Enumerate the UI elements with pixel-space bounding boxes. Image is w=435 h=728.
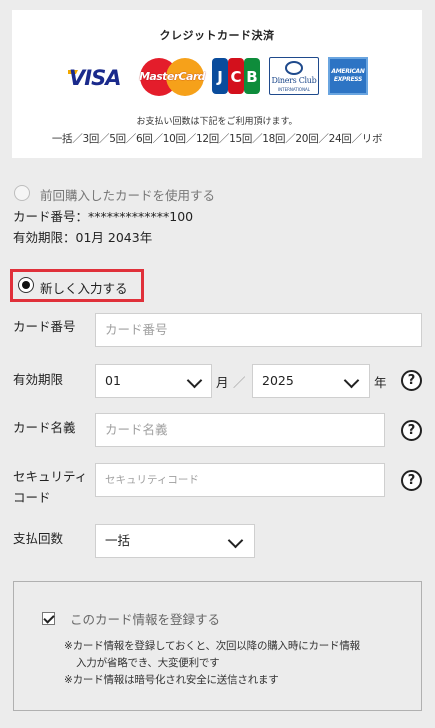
mastercard-logo-text: MasterCard xyxy=(139,70,205,83)
card-number-input[interactable]: カード番号 xyxy=(95,313,422,347)
register-note-line1: ※カード情報を登録しておくと、次回以降の購入時にカード情報 xyxy=(64,640,360,652)
expiry-label: 有効期限 xyxy=(13,372,64,387)
previous-card-radio[interactable] xyxy=(14,185,30,201)
new-card-radio[interactable] xyxy=(18,277,34,293)
jcb-logo-c: C xyxy=(228,58,244,94)
card-name-help-icon[interactable]: ? xyxy=(401,420,422,441)
jcb-logo-j: J xyxy=(212,58,228,94)
installments-select[interactable]: 一括 xyxy=(95,524,255,558)
register-card-panel: このカード情報を登録する ※カード情報を登録しておくと、次回以降の購入時にカード… xyxy=(13,581,422,711)
visa-logo-text: VISA xyxy=(69,66,121,90)
expiry-month-select[interactable]: 01 xyxy=(95,364,212,398)
card-name-input[interactable]: カード名義 xyxy=(95,413,385,447)
installments-note: お支払い回数は下記をご利用頂けます。 xyxy=(136,117,298,127)
diners-logo-subtext: INTERNATIONAL xyxy=(277,87,311,92)
card-brand-logos: VISA MasterCard J C B Diners Club INTERN… xyxy=(12,56,422,96)
diners-ring-icon xyxy=(285,61,303,75)
chevron-down-icon xyxy=(186,372,203,389)
expiry-year-unit: 年 xyxy=(374,375,387,390)
card-number-label: カード番号 xyxy=(13,319,76,334)
security-code-help-icon[interactable]: ? xyxy=(401,470,422,491)
security-code-label-line1: セキュリティ xyxy=(13,469,88,484)
installments-list: 一括／3回／5回／6回／10回／12回／15回／18回／20回／24回／リボ xyxy=(51,133,383,145)
expiry-separator: ／ xyxy=(233,375,246,390)
expiry-month-unit: 月 xyxy=(216,375,229,390)
diners-club-logo: Diners Club INTERNATIONAL xyxy=(269,57,319,95)
register-note-line3: ※カード情報は暗号化され安全に送信されます xyxy=(64,674,279,686)
expiry-year-value: 2025 xyxy=(262,373,294,388)
jcb-logo-b: B xyxy=(244,58,260,94)
visa-logo: VISA xyxy=(67,67,131,89)
installments-label: 支払回数 xyxy=(13,531,64,546)
previous-card-label[interactable]: 前回購入したカードを使用する xyxy=(40,185,215,204)
register-card-checkbox[interactable] xyxy=(42,612,55,625)
security-code-input[interactable]: セキュリティコード xyxy=(95,463,385,497)
mastercard-logo: MasterCard xyxy=(139,58,206,96)
card-name-label: カード名義 xyxy=(13,420,76,435)
chevron-down-icon xyxy=(343,372,360,389)
expiry-year-select[interactable]: 2025 xyxy=(252,364,370,398)
chevron-down-icon xyxy=(227,532,244,549)
new-card-label[interactable]: 新しく入力する xyxy=(40,278,128,297)
american-express-logo: AMERICAN EXPRESS xyxy=(328,57,368,95)
payment-methods-panel: クレジットカード決済 VISA MasterCard J C B Diners … xyxy=(12,10,422,158)
security-code-label-line2: コード xyxy=(13,490,51,505)
payment-title: クレジットカード決済 xyxy=(159,29,275,42)
installments-value: 一括 xyxy=(105,533,131,548)
diners-logo-text: Diners Club xyxy=(271,76,317,85)
amex-logo-text: AMERICAN EXPRESS xyxy=(331,68,365,83)
expiry-help-icon[interactable]: ? xyxy=(401,370,422,391)
previous-card-number: カード番号：*************100 xyxy=(13,209,194,224)
previous-card-expiry: 有効期限：01月 2043年 xyxy=(13,230,153,245)
expiry-month-value: 01 xyxy=(105,373,121,388)
register-card-label[interactable]: このカード情報を登録する xyxy=(70,609,220,628)
jcb-logo: J C B xyxy=(212,58,260,94)
register-note-line2: 入力が省略でき、大変便利です xyxy=(76,657,220,669)
